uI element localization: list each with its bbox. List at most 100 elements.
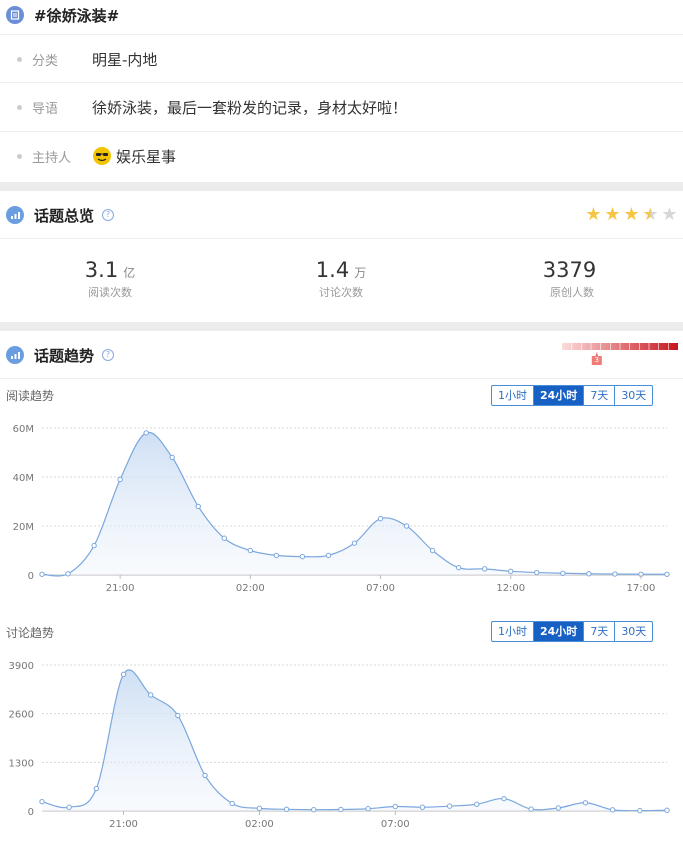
y-tick-label: 0 bbox=[28, 571, 34, 582]
divider bbox=[0, 378, 683, 379]
data-point[interactable] bbox=[120, 671, 127, 678]
star-icon: ★ bbox=[642, 204, 659, 225]
data-point[interactable] bbox=[482, 566, 488, 572]
data-point[interactable] bbox=[93, 785, 100, 792]
y-tick-label: 20M bbox=[13, 522, 34, 533]
data-point[interactable] bbox=[664, 571, 670, 577]
section-separator bbox=[0, 322, 683, 331]
tab-1h[interactable]: 1小时 bbox=[492, 622, 533, 641]
data-point[interactable] bbox=[508, 568, 514, 575]
stat-unit: 亿 bbox=[123, 266, 136, 280]
data-point[interactable] bbox=[555, 805, 562, 811]
data-point[interactable] bbox=[256, 805, 263, 812]
tab-7d[interactable]: 7天 bbox=[583, 622, 614, 641]
data-point[interactable] bbox=[169, 454, 175, 461]
host-name[interactable]: 娱乐星事 bbox=[116, 146, 176, 167]
data-point[interactable] bbox=[66, 804, 72, 810]
heat-marker-label: 3 bbox=[595, 356, 599, 364]
data-point[interactable] bbox=[91, 542, 97, 549]
data-point[interactable] bbox=[147, 692, 154, 698]
section-separator bbox=[0, 182, 683, 191]
data-point[interactable] bbox=[283, 806, 290, 813]
stat-value: 1.4 bbox=[315, 258, 350, 282]
bullet-icon bbox=[17, 153, 22, 159]
data-point[interactable] bbox=[612, 571, 618, 577]
data-point[interactable] bbox=[195, 503, 201, 510]
data-point[interactable] bbox=[117, 476, 123, 483]
data-point[interactable] bbox=[474, 801, 480, 807]
intro-value: 徐娇泳装，最后一套粉发的记录，身材太好啦！ bbox=[92, 98, 408, 117]
y-tick-label: 3900 bbox=[9, 661, 34, 672]
data-point[interactable] bbox=[429, 547, 436, 554]
data-point[interactable] bbox=[325, 552, 332, 559]
stat-reads: 3.1 亿 阅读次数 bbox=[10, 258, 210, 300]
data-point[interactable] bbox=[528, 806, 534, 812]
x-tick-label: 07:00 bbox=[381, 819, 410, 830]
stat-caption: 阅读次数 bbox=[88, 286, 132, 299]
data-point[interactable] bbox=[392, 803, 398, 810]
divider bbox=[0, 238, 683, 239]
data-point[interactable] bbox=[229, 800, 235, 807]
stat-value: 3379 bbox=[542, 258, 597, 282]
time-tabs-reads: 1小时 24小时 7天 30天 bbox=[491, 385, 654, 406]
data-point[interactable] bbox=[247, 547, 254, 554]
data-point[interactable] bbox=[338, 806, 344, 813]
tab-30d[interactable]: 30天 bbox=[614, 386, 652, 405]
star-icon: ★ bbox=[585, 204, 602, 225]
data-point[interactable] bbox=[365, 806, 371, 812]
host-label: 主持人 bbox=[32, 150, 72, 166]
stat-unit: 万 bbox=[354, 266, 367, 280]
data-point[interactable] bbox=[637, 807, 643, 814]
tab-1h[interactable]: 1小时 bbox=[492, 386, 533, 405]
data-point[interactable] bbox=[273, 552, 280, 559]
host-avatar-icon[interactable] bbox=[92, 146, 112, 166]
host-value[interactable]: 娱乐星事 bbox=[92, 146, 176, 167]
overview-title: 话题总览 bbox=[34, 206, 95, 225]
data-point[interactable] bbox=[39, 798, 45, 805]
tab-30d[interactable]: 30天 bbox=[614, 622, 652, 641]
data-point[interactable] bbox=[455, 564, 462, 571]
x-tick-label: 21:00 bbox=[109, 819, 138, 830]
data-point[interactable] bbox=[377, 515, 384, 522]
data-point[interactable] bbox=[403, 523, 410, 529]
data-point[interactable] bbox=[560, 570, 566, 576]
x-tick-label: 12:00 bbox=[496, 583, 525, 594]
x-tick-label: 21:00 bbox=[106, 583, 135, 594]
data-point[interactable] bbox=[351, 540, 358, 546]
data-point[interactable] bbox=[446, 803, 453, 809]
star-icon: ★ bbox=[623, 204, 640, 225]
data-point[interactable] bbox=[65, 571, 71, 577]
data-point[interactable] bbox=[143, 430, 149, 436]
tab-24h[interactable]: 24小时 bbox=[533, 386, 584, 405]
data-point[interactable] bbox=[664, 807, 670, 813]
help-icon[interactable]: ? bbox=[102, 209, 115, 221]
time-tabs-discussions: 1小时 24小时 7天 30天 bbox=[491, 621, 654, 642]
tab-24h[interactable]: 24小时 bbox=[533, 622, 584, 641]
data-point[interactable] bbox=[586, 571, 592, 577]
data-point[interactable] bbox=[501, 795, 507, 802]
y-tick-label: 2600 bbox=[9, 710, 34, 721]
data-point[interactable] bbox=[311, 806, 317, 813]
help-icon[interactable]: ? bbox=[102, 349, 115, 361]
info-row-host: 主持人 娱乐星事 bbox=[0, 131, 683, 180]
data-point[interactable] bbox=[534, 569, 540, 576]
data-point[interactable] bbox=[202, 772, 208, 779]
data-point[interactable] bbox=[299, 553, 306, 560]
data-point[interactable] bbox=[39, 571, 45, 577]
info-row-intro: 导语 徐娇泳装，最后一套粉发的记录，身材太好啦！ bbox=[0, 82, 683, 131]
x-tick-label: 02:00 bbox=[236, 583, 265, 594]
stat-caption: 讨论次数 bbox=[319, 286, 363, 299]
data-point[interactable] bbox=[582, 800, 589, 806]
stat-discussions: 1.4 万 讨论次数 bbox=[241, 258, 441, 300]
x-tick-label: 02:00 bbox=[245, 819, 274, 830]
y-tick-label: 60M bbox=[13, 424, 34, 435]
document-icon bbox=[6, 6, 24, 24]
x-tick-label: 17:00 bbox=[627, 583, 656, 594]
data-point[interactable] bbox=[175, 712, 181, 719]
heat-marker: 3 bbox=[591, 352, 602, 365]
data-point[interactable] bbox=[221, 535, 227, 541]
tab-7d[interactable]: 7天 bbox=[583, 386, 614, 405]
category-value[interactable]: 明星-内地 bbox=[92, 49, 157, 70]
data-point[interactable] bbox=[419, 804, 426, 810]
data-point[interactable] bbox=[609, 807, 616, 813]
